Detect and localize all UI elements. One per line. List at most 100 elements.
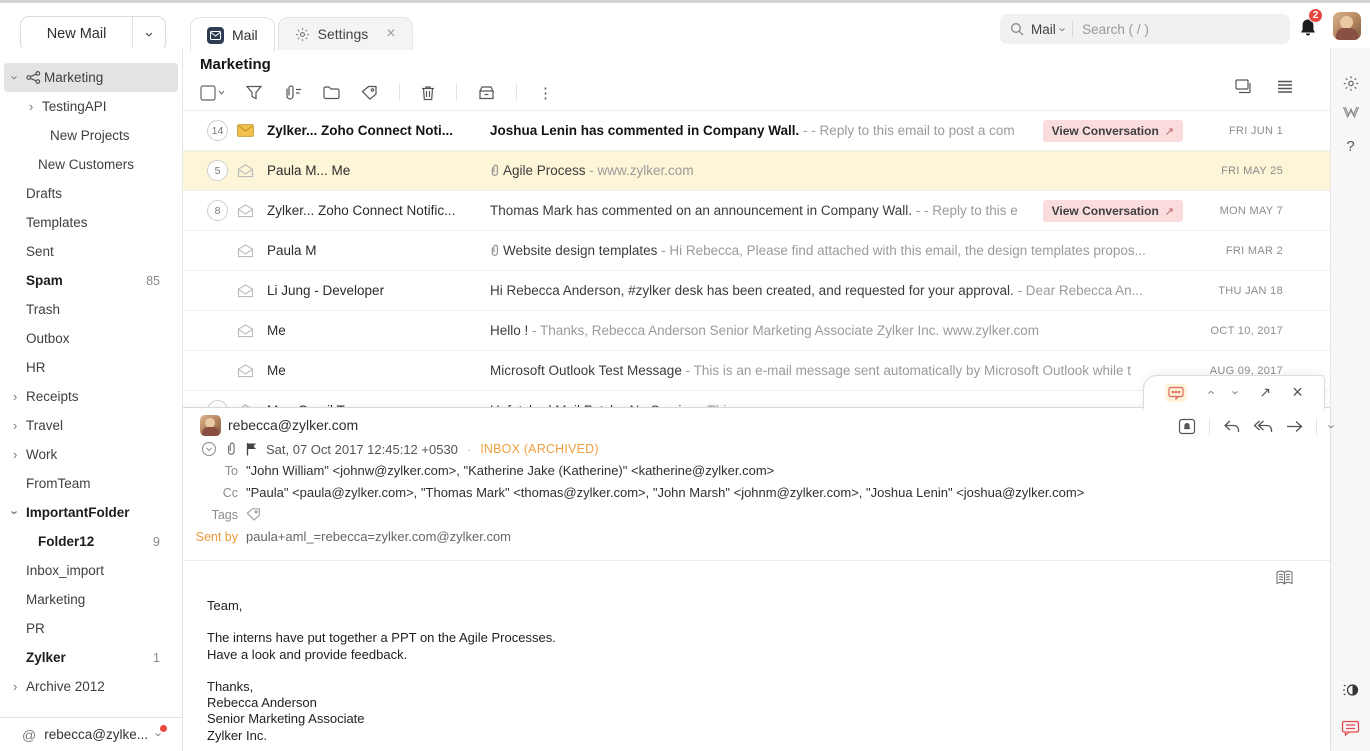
mail-row[interactable]: 5Paula M... MeAgile Process - www.zylker… (183, 151, 1330, 191)
sidebar-item-importantfolder[interactable]: ›ImportantFolder (4, 498, 178, 527)
mail-row[interactable]: 8Zylker... Zoho Connect Notific...Thomas… (183, 191, 1330, 231)
open-in-new-icon[interactable]: ↗ (1259, 384, 1271, 401)
settings-gear-icon[interactable] (1342, 75, 1359, 92)
actions-separator (1316, 419, 1317, 435)
new-mail-button[interactable]: New Mail (21, 17, 133, 51)
message-meta: Sat, 07 Oct 2017 12:45:12 +0530 · INBOX … (201, 441, 599, 457)
reminder-icon[interactable] (1178, 418, 1196, 435)
sidebar-item-travel[interactable]: › Travel (4, 411, 178, 440)
chevron-glyph: › (13, 419, 17, 432)
search-scope-dropdown[interactable]: Mail (1031, 22, 1056, 37)
sidebar-item-spam[interactable]: Spam85 (4, 266, 178, 295)
chevron-down-icon[interactable]: › (13, 71, 26, 85)
sidebar-item-hr[interactable]: HR (4, 353, 178, 382)
filter-button[interactable] (246, 85, 262, 100)
next-mail-icon[interactable]: › (1234, 386, 1238, 399)
view-conversation-button[interactable]: View Conversation↗ (1043, 120, 1183, 142)
close-icon[interactable]: × (386, 26, 395, 42)
conversation-view-icon[interactable] (1235, 79, 1253, 95)
user-avatar[interactable] (1333, 12, 1361, 40)
sidebar-item-marketing[interactable]: Marketing (4, 585, 178, 614)
tab-mail[interactable]: Mail (190, 17, 275, 52)
sidebar-item-marketing[interactable]: ›Marketing (4, 63, 178, 92)
tab-settings[interactable]: Settings × (278, 17, 413, 50)
sender: Zylker... Zoho Connect Noti... (267, 123, 472, 138)
chevron-down-icon[interactable]: › (13, 506, 26, 520)
sidebar-item-drafts[interactable]: Drafts (4, 179, 178, 208)
sidebar-item-zylker[interactable]: Zylker1 (4, 643, 178, 672)
new-mail-dropdown[interactable]: › (133, 17, 165, 51)
smart-chat-icon[interactable] (1165, 384, 1187, 402)
feedback-icon[interactable] (1341, 720, 1360, 736)
preview-text: - Thanks, Rebecca Anderson Senior Market… (528, 323, 1039, 338)
move-to-folder-button[interactable] (323, 86, 340, 100)
sidebar-item-label: New Projects (50, 128, 130, 143)
tag-button[interactable] (361, 85, 378, 101)
mail-row[interactable]: MeHello ! - Thanks, Rebecca Anderson Sen… (183, 311, 1330, 351)
search-bar[interactable]: Mail › Search ( / ) (1000, 14, 1290, 44)
add-tag-icon[interactable] (246, 507, 261, 522)
zoho-apps-icon[interactable] (1342, 105, 1360, 119)
thread-count-badge: 8 (207, 200, 228, 221)
chevron-glyph: › (13, 448, 17, 461)
sidebar-item-fromteam[interactable]: FromTeam (4, 469, 178, 498)
sidebar-item-label: Templates (26, 215, 88, 230)
sidebar-item-testingapi[interactable]: ›TestingAPI (4, 92, 178, 121)
sidebar-item-label: New Customers (38, 157, 134, 172)
read-envelope-icon (237, 364, 257, 378)
sidebar-item-label: Travel (26, 418, 63, 433)
mail-list-panel: Marketing (183, 48, 1330, 751)
sidebar-item-trash[interactable]: Trash (4, 295, 178, 324)
sidebar-item-label: FromTeam (26, 476, 91, 491)
reader-view-icon[interactable] (1275, 570, 1294, 586)
sidebar-item-pr[interactable]: PR (4, 614, 178, 643)
sidebar-item-new-customers[interactable]: New Customers (4, 150, 178, 179)
view-conversation-button[interactable]: View Conversation↗ (1043, 200, 1183, 222)
sidebar-item-folder12[interactable]: Folder129 (4, 527, 178, 556)
attachment-filter-button[interactable] (283, 85, 302, 101)
delete-button[interactable] (421, 85, 435, 101)
mail-row[interactable]: Li Jung - DeveloperHi Rebecca Anderson, … (183, 271, 1330, 311)
chevron-right-icon[interactable]: › (29, 100, 42, 114)
sidebar-item-outbox[interactable]: Outbox (4, 324, 178, 353)
chevron-right-icon[interactable]: › (13, 419, 26, 433)
sidebar-item-sent[interactable]: Sent (4, 237, 178, 266)
sidebar-item-work[interactable]: ›Work (4, 440, 178, 469)
forward-icon[interactable] (1286, 420, 1303, 433)
more-options-button[interactable]: ⋮ (538, 84, 553, 102)
sent-by-label: Sent by (183, 529, 246, 544)
mail-row[interactable]: 14Zylker... Zoho Connect Noti...Joshua L… (183, 111, 1330, 151)
previous-mail-icon[interactable]: › (1208, 386, 1212, 399)
expand-details-icon[interactable] (201, 441, 217, 457)
reply-icon[interactable] (1223, 419, 1240, 434)
search-placeholder: Search ( / ) (1082, 22, 1149, 37)
tags-row: Tags (183, 507, 1310, 522)
sender-email[interactable]: rebecca@zylker.com (228, 417, 358, 433)
help-icon[interactable]: ? (1346, 138, 1354, 155)
mail-row[interactable]: Paula MWebsite design templates - Hi Reb… (183, 231, 1330, 271)
folder-badge[interactable]: INBOX (ARCHIVED) (480, 442, 599, 456)
more-actions-dropdown[interactable]: › (1330, 420, 1334, 433)
reply-all-icon[interactable] (1253, 419, 1273, 434)
theme-toggle-icon[interactable] (1342, 682, 1360, 698)
sidebar-item-label: Archive 2012 (26, 679, 105, 694)
preview-text: - www.zylker.com (586, 163, 694, 178)
sender: Me (267, 363, 472, 378)
sidebar-item-inbox-import[interactable]: Inbox_import (4, 556, 178, 585)
archive-button[interactable] (478, 85, 495, 101)
account-switcher[interactable]: @ rebecca@zylke... › (0, 717, 183, 751)
select-all-dropdown[interactable] (200, 85, 225, 101)
flag-icon[interactable] (246, 442, 257, 456)
sidebar-item-templates[interactable]: Templates (4, 208, 178, 237)
list-density-icon[interactable] (1277, 80, 1293, 94)
read-envelope-icon (237, 204, 257, 218)
sidebar-item-receipts[interactable]: ›Receipts (4, 382, 178, 411)
sidebar-item-archive-2012[interactable]: ›Archive 2012 (4, 672, 178, 701)
chevron-right-icon[interactable]: › (13, 448, 26, 462)
message-actions: › (1178, 418, 1334, 435)
sent-by-row: Sent by paula+aml_=rebecca=zylker.com@zy… (183, 529, 1310, 544)
close-preview-icon[interactable]: × (1292, 382, 1303, 403)
chevron-right-icon[interactable]: › (13, 390, 26, 404)
chevron-right-icon[interactable]: › (13, 680, 26, 694)
sidebar-item-new-projects[interactable]: New Projects (4, 121, 178, 150)
